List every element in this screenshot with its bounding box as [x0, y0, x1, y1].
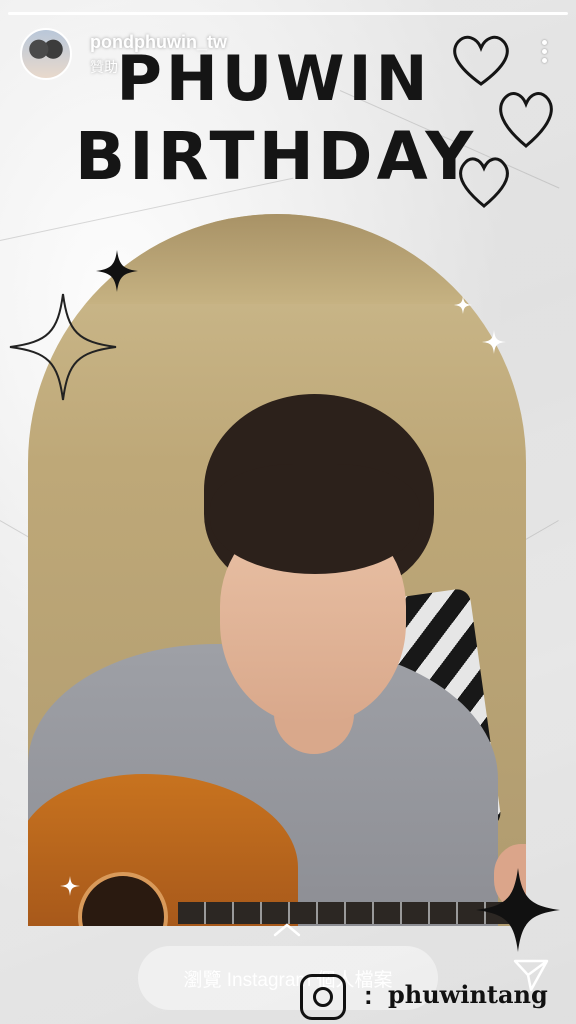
- heart-icon: [459, 157, 509, 208]
- sparkle-icon: [96, 250, 138, 292]
- story-progress-fill: [8, 12, 568, 15]
- sparkle-icon: [454, 296, 472, 314]
- sparkle-icon: [476, 868, 560, 952]
- sparkle-icon: [60, 876, 80, 896]
- view-profile-label: 瀏覽 Instagram 個人檔案: [183, 969, 393, 991]
- handle-separator: :: [364, 980, 373, 1010]
- story-progress-bar: [8, 12, 568, 15]
- instagram-icon: [300, 974, 346, 1020]
- send-icon[interactable]: [512, 956, 550, 994]
- heart-icon: [453, 35, 509, 86]
- sparkle-outline-icon: [9, 293, 117, 401]
- chevron-up-icon[interactable]: [272, 922, 302, 938]
- heart-icon: [499, 92, 553, 148]
- sparkle-icon: [482, 330, 506, 354]
